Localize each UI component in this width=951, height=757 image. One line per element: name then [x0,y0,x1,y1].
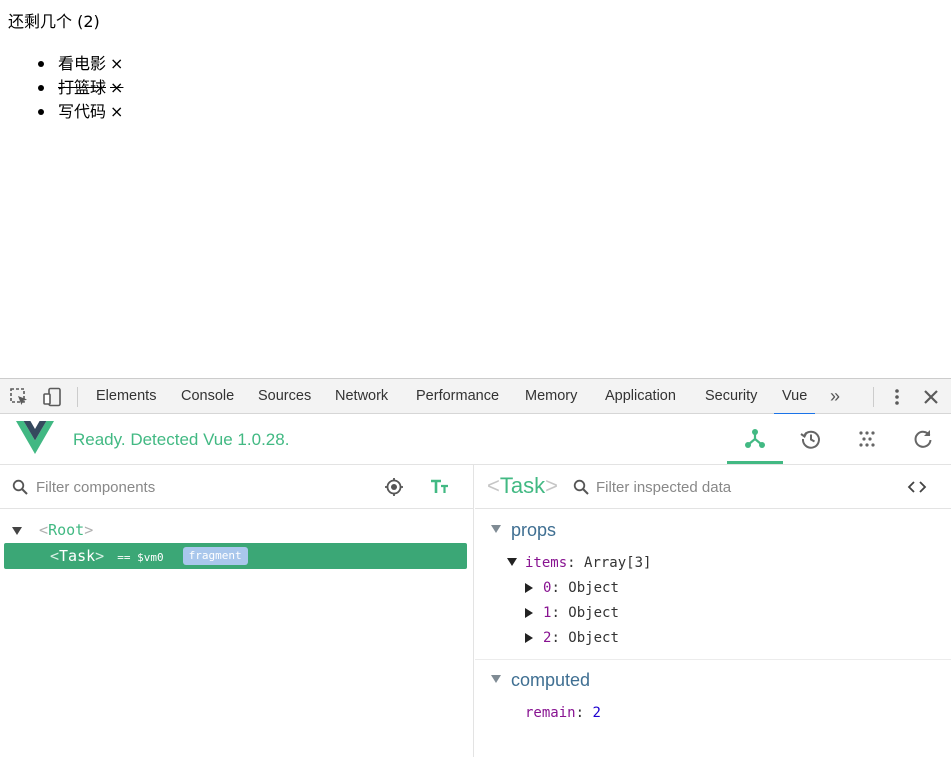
tab-performance[interactable]: Performance [416,379,499,414]
tag-open-bracket: < [487,473,500,498]
prop-key: items [525,555,568,571]
props-label: props [511,520,557,540]
inspector-pane: <Task> props items: Array[3] 0: Object 1… [475,465,951,757]
remaining-heading: 还剩几个 (2) [8,12,100,31]
components-pane: <Root> <Task> == $vm0 fragment [0,465,474,757]
task-component-name: Task [59,547,96,565]
tag-close-bracket: > [95,547,105,565]
array-item-value: Object [568,630,619,646]
tag-close-bracket: > [84,521,94,539]
computed-value: 2 [592,705,601,721]
task-remove-button[interactable]: × [110,78,123,97]
inspected-component-name: Task [499,473,546,498]
task-list: 看电影 × 打篮球 × 写代码 × [37,52,123,124]
task-item: 看电影 × [37,52,123,76]
task-remove-button[interactable]: × [110,102,123,121]
more-tabs-icon[interactable]: » [830,379,840,414]
vue-devtools-header: Ready. Detected Vue 1.0.28. [0,414,951,465]
devtools-panel: Elements Console Sources Network Perform… [0,378,951,757]
components-tab-button[interactable] [727,414,783,464]
tab-memory[interactable]: Memory [525,379,577,414]
select-component-target-icon[interactable] [384,477,404,501]
task-text[interactable]: 写代码 [58,102,106,121]
task-item: 写代码 × [37,100,123,124]
props-section-toggle[interactable]: props [491,518,556,542]
tag-close-bracket: > [545,473,558,498]
computed-remain-row[interactable]: remain: 2 [525,701,601,725]
filter-inspected-data-input[interactable] [596,476,866,498]
search-icon [12,479,28,499]
array-item-row[interactable]: 2: Object [525,626,619,650]
component-filter-bar [0,465,473,509]
component-tree-icon [745,429,765,448]
inspect-element-icon[interactable] [9,387,29,407]
prop-value: Array[3] [584,555,652,571]
tab-vue[interactable]: Vue [773,379,816,415]
vm-reference: == $vm0 [117,551,164,564]
device-toolbar-icon[interactable] [42,387,62,407]
events-history-button[interactable] [783,414,839,464]
root-component-name: Root [48,521,85,539]
dot-grid-icon [859,431,875,447]
vue-status-text: Ready. Detected Vue 1.0.28. [73,430,290,449]
task-item-done: 打篮球 × [37,76,123,100]
app-page: 还剩几个 (2) 看电影 × 打篮球 × 写代码 × [0,0,951,378]
inspected-component-title: <Task> [487,473,558,499]
tag-open-bracket: < [50,547,60,565]
vuex-button[interactable] [839,414,895,464]
toolbar-divider [77,387,78,407]
computed-label: computed [511,670,591,690]
tab-console[interactable]: Console [181,379,234,414]
tree-node-task-selected[interactable]: <Task> == $vm0 fragment [4,543,467,569]
expand-caret-icon[interactable] [525,633,533,643]
format-names-icon[interactable] [430,477,450,501]
task-text[interactable]: 看电影 [58,54,106,73]
inspector-filter-bar: <Task> [475,465,951,509]
devtools-tab-bar: Elements Console Sources Network Perform… [0,379,951,415]
array-item-value: Object [568,605,619,621]
collapse-caret-icon [491,525,501,533]
vue-logo-icon [16,421,54,455]
search-icon [573,479,589,499]
tab-network[interactable]: Network [335,379,388,414]
section-divider [475,659,951,660]
refresh-button[interactable] [895,414,951,464]
kebab-menu-icon[interactable] [887,387,907,407]
toolbar-divider [873,387,874,407]
computed-key: remain [525,705,576,721]
history-icon [800,430,820,449]
fragment-badge: fragment [182,547,248,565]
array-item-value: Object [568,580,619,596]
tab-elements[interactable]: Elements [96,379,156,414]
array-item-row[interactable]: 0: Object [525,576,619,600]
task-text[interactable]: 打篮球 [58,78,106,97]
expand-caret-icon[interactable] [12,527,22,535]
tag-open-bracket: < [39,521,49,539]
expand-caret-icon[interactable] [525,608,533,618]
expand-caret-icon[interactable] [507,558,517,566]
close-icon[interactable] [921,387,941,407]
tree-node-root[interactable]: <Root> [4,517,467,543]
tab-sources[interactable]: Sources [258,379,311,414]
tab-application[interactable]: Application [605,379,676,414]
task-remove-button[interactable]: × [110,54,123,73]
expand-caret-icon[interactable] [525,583,533,593]
code-view-icon[interactable] [907,478,927,500]
prop-items-row[interactable]: items: Array[3] [507,551,651,575]
refresh-icon [914,430,932,448]
computed-section-toggle[interactable]: computed [491,668,590,692]
filter-components-input[interactable] [36,476,356,498]
collapse-caret-icon [491,675,501,683]
array-item-row[interactable]: 1: Object [525,601,619,625]
tab-security[interactable]: Security [705,379,757,414]
